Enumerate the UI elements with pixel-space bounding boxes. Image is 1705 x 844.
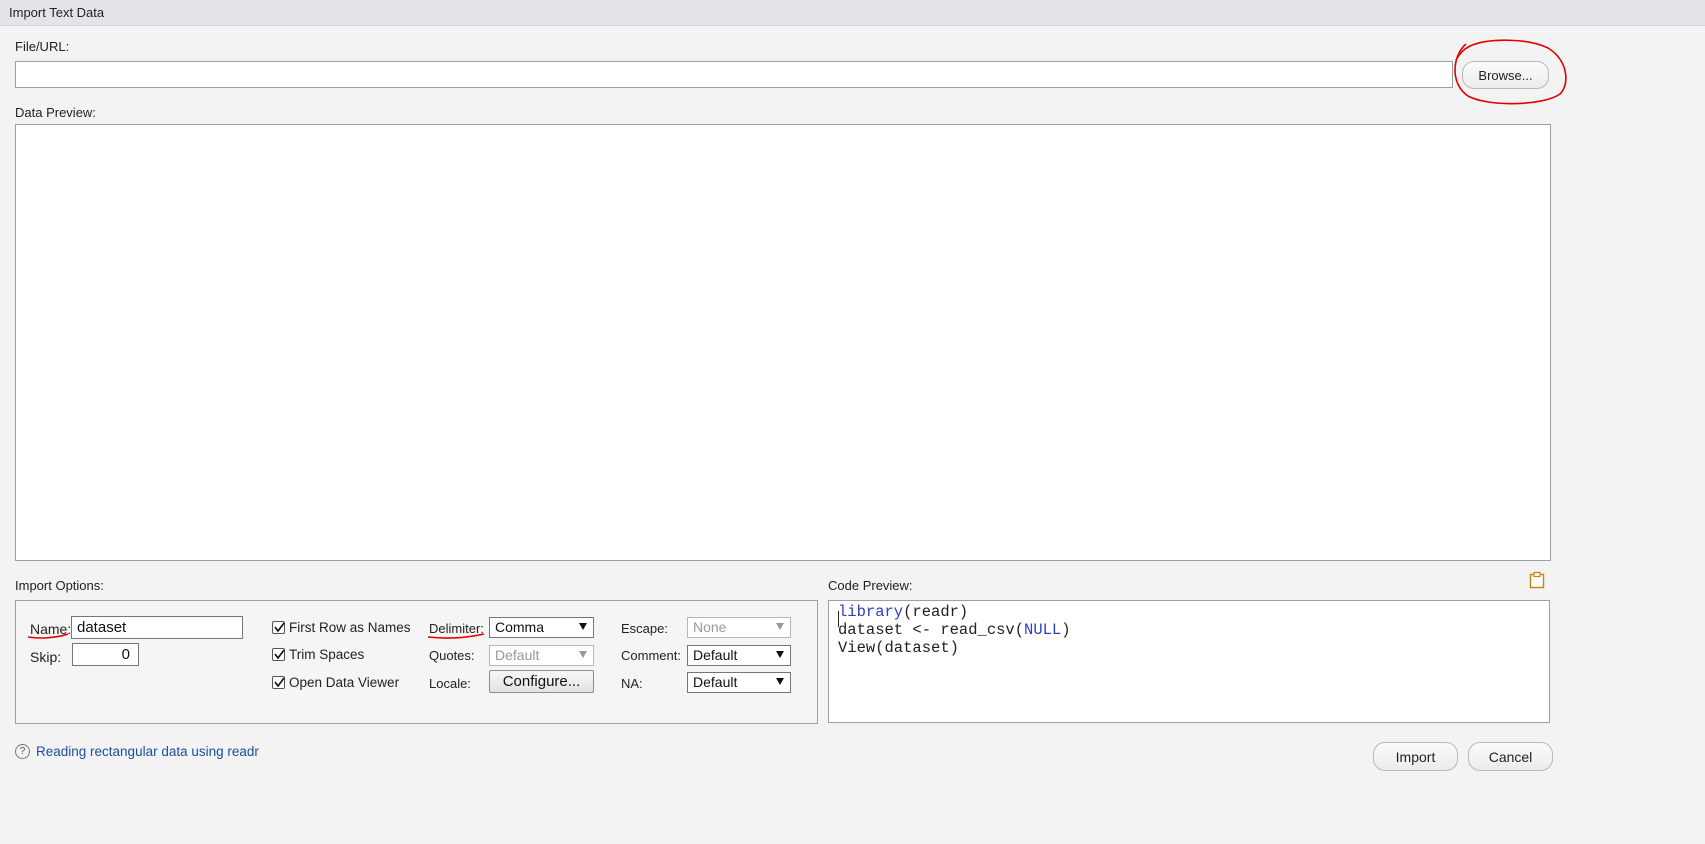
first-row-checkbox[interactable]: First Row as Names bbox=[272, 620, 411, 635]
skip-input[interactable]: 0 bbox=[72, 643, 139, 666]
code-view: View(dataset) bbox=[838, 639, 959, 657]
open-data-viewer-checkbox[interactable]: Open Data Viewer bbox=[272, 675, 399, 690]
check-icon bbox=[272, 648, 285, 661]
code-line-1: library(readr) bbox=[838, 603, 968, 621]
configure-button[interactable]: Configure... bbox=[489, 670, 594, 693]
delimiter-select[interactable]: Comma bbox=[489, 617, 594, 638]
dropdown-arrow-icon bbox=[579, 623, 587, 630]
escape-label: Escape: bbox=[621, 621, 668, 636]
help-icon: ? bbox=[15, 744, 30, 759]
delimiter-underline bbox=[427, 633, 485, 639]
help-link-text[interactable]: Reading rectangular data using readr bbox=[36, 744, 259, 759]
window-title: Import Text Data bbox=[9, 5, 105, 20]
na-select[interactable]: Default bbox=[687, 672, 791, 693]
trim-spaces-label: Trim Spaces bbox=[289, 647, 365, 662]
check-icon bbox=[272, 621, 285, 634]
dropdown-arrow-icon bbox=[776, 623, 784, 630]
name-input[interactable]: dataset bbox=[71, 616, 243, 639]
title-bar: Import Text Data bbox=[0, 0, 1705, 26]
help-link[interactable]: ? Reading rectangular data using readr bbox=[15, 744, 259, 759]
browse-annotation-circle bbox=[1454, 39, 1567, 105]
dropdown-arrow-icon bbox=[776, 678, 784, 685]
na-label: NA: bbox=[621, 676, 643, 691]
na-value: Default bbox=[693, 674, 738, 690]
quotes-value: Default bbox=[495, 647, 540, 663]
comment-label: Comment: bbox=[621, 648, 681, 663]
escape-select[interactable]: None bbox=[687, 617, 791, 638]
delimiter-value: Comma bbox=[495, 619, 545, 635]
file-url-label: File/URL: bbox=[15, 39, 70, 54]
code-close-paren: ) bbox=[1061, 621, 1071, 639]
first-row-label: First Row as Names bbox=[289, 620, 411, 635]
check-icon bbox=[272, 676, 285, 689]
trim-spaces-checkbox[interactable]: Trim Spaces bbox=[272, 647, 364, 662]
code-preview-panel[interactable]: library(readr) dataset <- read_csv(NULL)… bbox=[828, 600, 1550, 723]
cancel-button[interactable]: Cancel bbox=[1468, 742, 1553, 771]
escape-value: None bbox=[693, 619, 727, 635]
name-underline bbox=[27, 633, 69, 639]
import-button[interactable]: Import bbox=[1373, 742, 1458, 771]
data-preview-label: Data Preview: bbox=[15, 105, 96, 120]
locale-label: Locale: bbox=[429, 676, 471, 691]
skip-label: Skip: bbox=[30, 649, 62, 665]
dropdown-arrow-icon bbox=[579, 651, 587, 658]
comment-value: Default bbox=[693, 647, 738, 663]
code-null: NULL bbox=[1024, 621, 1062, 639]
code-assign: dataset <- read_csv( bbox=[838, 621, 1025, 639]
data-preview-panel bbox=[15, 124, 1551, 561]
code-library-arg: (readr) bbox=[903, 603, 969, 621]
import-options-label: Import Options: bbox=[15, 578, 104, 593]
file-url-input[interactable] bbox=[15, 61, 1453, 88]
quotes-select[interactable]: Default bbox=[489, 645, 594, 666]
dropdown-arrow-icon bbox=[776, 651, 784, 658]
code-preview-label: Code Preview: bbox=[828, 578, 913, 593]
code-line-2: dataset <- read_csv(NULL) bbox=[838, 621, 1071, 639]
clipboard-icon[interactable] bbox=[1529, 571, 1545, 589]
quotes-label: Quotes: bbox=[429, 648, 475, 663]
comment-select[interactable]: Default bbox=[687, 645, 791, 666]
code-library-fn: library bbox=[838, 603, 904, 621]
code-line-3: View(dataset) bbox=[838, 639, 959, 657]
open-data-viewer-label: Open Data Viewer bbox=[289, 675, 400, 690]
